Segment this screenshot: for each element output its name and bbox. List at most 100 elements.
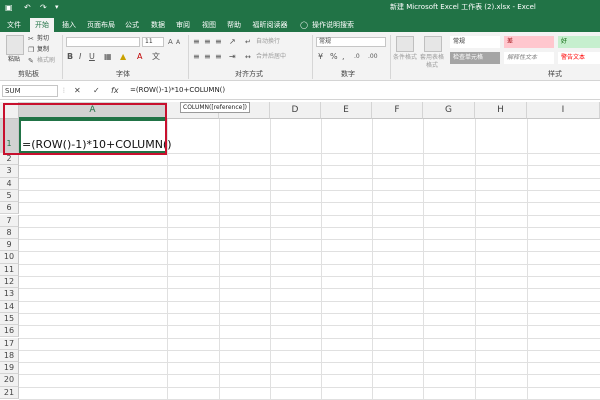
row-header-17[interactable]: 17: [0, 337, 19, 350]
row-header-19[interactable]: 19: [0, 362, 19, 375]
font-color-icon[interactable]: A: [137, 52, 142, 62]
customize-quick-access-icon[interactable]: ▾: [55, 2, 59, 13]
align-bottom-icon[interactable]: ≡: [215, 37, 222, 47]
row-header-3[interactable]: 3: [0, 165, 19, 178]
column-gridline: [270, 119, 271, 400]
row-gridline: [19, 251, 600, 253]
fill-color-icon[interactable]: ▲: [120, 52, 126, 62]
decrease-font-icon[interactable]: A: [176, 38, 180, 48]
undo-icon[interactable]: ↶: [24, 2, 31, 13]
orientation-icon[interactable]: ↗: [229, 37, 236, 47]
wrap-text-button[interactable]: 自动换行: [256, 38, 280, 46]
enter-icon[interactable]: ✓: [93, 85, 100, 96]
cut-icon: ✂: [28, 35, 34, 43]
row-header-10[interactable]: 10: [0, 251, 19, 264]
style-warning[interactable]: 警告文本: [558, 52, 600, 64]
font-size-select[interactable]: 11: [142, 37, 164, 47]
formula-input[interactable]: =(ROW()-1)*10+COLUMN(): [130, 85, 225, 96]
row-header-18[interactable]: 18: [0, 349, 19, 363]
align-left-icon[interactable]: ≡: [193, 52, 200, 62]
merge-center-button[interactable]: 合并后居中: [256, 53, 286, 61]
column-gridline: [527, 119, 528, 400]
tab-foxit-reader[interactable]: 福昕阅读器: [248, 18, 292, 32]
align-middle-icon[interactable]: ≡: [204, 37, 211, 47]
table-format-button[interactable]: 套用表格格式: [418, 54, 446, 70]
table-format-icon: [424, 36, 442, 52]
column-header-e[interactable]: E: [321, 102, 372, 119]
column-gridline: [167, 119, 168, 400]
tell-me-search[interactable]: 操作说明搜索: [312, 18, 366, 32]
column-header-d[interactable]: D: [270, 102, 321, 119]
font-name-select[interactable]: [66, 37, 140, 47]
align-center-icon[interactable]: ≡: [204, 52, 211, 62]
conditional-format-icon: [396, 36, 414, 52]
cut-button[interactable]: 剪切: [37, 35, 49, 43]
copy-button[interactable]: 复制: [37, 46, 49, 54]
style-normal[interactable]: 常规: [450, 36, 500, 48]
window-title: 新建 Microsoft Excel 工作表 (2).xlsx - Excel: [390, 3, 536, 11]
style-check-cell[interactable]: 检查单元格: [450, 52, 500, 64]
row-header-9[interactable]: 9: [0, 239, 19, 252]
align-right-icon[interactable]: ≡: [215, 52, 222, 62]
row-gridline: [19, 263, 600, 265]
row-header-7[interactable]: 7: [0, 214, 19, 227]
italic-icon[interactable]: I: [79, 52, 81, 62]
increase-decimal-icon[interactable]: .0: [354, 52, 360, 62]
increase-font-icon[interactable]: A: [168, 37, 173, 47]
tab-view[interactable]: 视图: [198, 18, 220, 32]
tab-data[interactable]: 数据: [147, 18, 169, 32]
row-header-11[interactable]: 11: [0, 263, 19, 276]
row-header-16[interactable]: 16: [0, 325, 19, 338]
percent-icon[interactable]: %: [330, 52, 338, 62]
column-header-h[interactable]: H: [475, 102, 527, 119]
tab-page-layout[interactable]: 页面布局: [84, 18, 118, 32]
row-header-13[interactable]: 13: [0, 288, 19, 301]
save-icon[interactable]: ▣: [5, 2, 13, 13]
number-group-label: 数字: [341, 70, 355, 78]
redo-icon[interactable]: ↷: [40, 2, 47, 13]
row-header-14[interactable]: 14: [0, 300, 19, 313]
row-header-8[interactable]: 8: [0, 226, 19, 240]
style-explanatory[interactable]: 解释性文本: [504, 52, 554, 64]
conditional-format-button[interactable]: 条件格式: [393, 54, 417, 62]
lightbulb-icon: ◯: [300, 21, 308, 29]
paste-icon[interactable]: [6, 35, 24, 55]
style-bad[interactable]: 差: [504, 36, 554, 48]
row-header-12[interactable]: 12: [0, 276, 19, 289]
decrease-decimal-icon[interactable]: .00: [368, 52, 378, 62]
border-icon[interactable]: ▦: [104, 52, 112, 62]
row-header-15[interactable]: 15: [0, 312, 19, 326]
format-painter-button[interactable]: 格式刷: [37, 57, 55, 65]
column-gridline: [423, 119, 424, 400]
insert-function-icon[interactable]: fx: [111, 85, 119, 96]
styles-group-label: 样式: [548, 70, 562, 78]
tab-file[interactable]: 文件: [3, 18, 25, 32]
name-box[interactable]: SUM: [2, 85, 58, 97]
column-header-i[interactable]: I: [527, 102, 600, 119]
comma-style-icon[interactable]: ,: [342, 52, 345, 62]
style-good[interactable]: 好: [558, 36, 600, 48]
number-format-select[interactable]: 常规: [316, 37, 386, 47]
phonetic-icon[interactable]: 文: [152, 52, 160, 62]
column-header-g[interactable]: G: [423, 102, 475, 119]
tab-formulas[interactable]: 公式: [121, 18, 143, 32]
underline-icon[interactable]: U: [89, 52, 95, 62]
row-header-20[interactable]: 20: [0, 374, 19, 387]
bold-icon[interactable]: B: [67, 52, 73, 62]
tab-help[interactable]: 帮助: [223, 18, 245, 32]
row-header-5[interactable]: 5: [0, 189, 19, 203]
tab-home[interactable]: 开始: [30, 18, 54, 32]
column-header-f[interactable]: F: [372, 102, 423, 119]
cancel-icon[interactable]: ✕: [74, 85, 81, 96]
row-header-4[interactable]: 4: [0, 177, 19, 190]
align-top-icon[interactable]: ≡: [193, 37, 200, 47]
indent-icon[interactable]: ⇥: [229, 52, 236, 62]
worksheet-grid[interactable]: ABCDEFGHI 123456789101112131415161718192…: [0, 102, 600, 400]
currency-icon[interactable]: ¥: [318, 52, 323, 62]
paste-button[interactable]: 粘贴: [8, 56, 20, 64]
copy-icon: ❐: [28, 46, 35, 54]
tab-review[interactable]: 审阅: [172, 18, 194, 32]
row-header-21[interactable]: 21: [0, 386, 19, 399]
row-header-6[interactable]: 6: [0, 202, 19, 215]
tab-insert[interactable]: 插入: [58, 18, 80, 32]
